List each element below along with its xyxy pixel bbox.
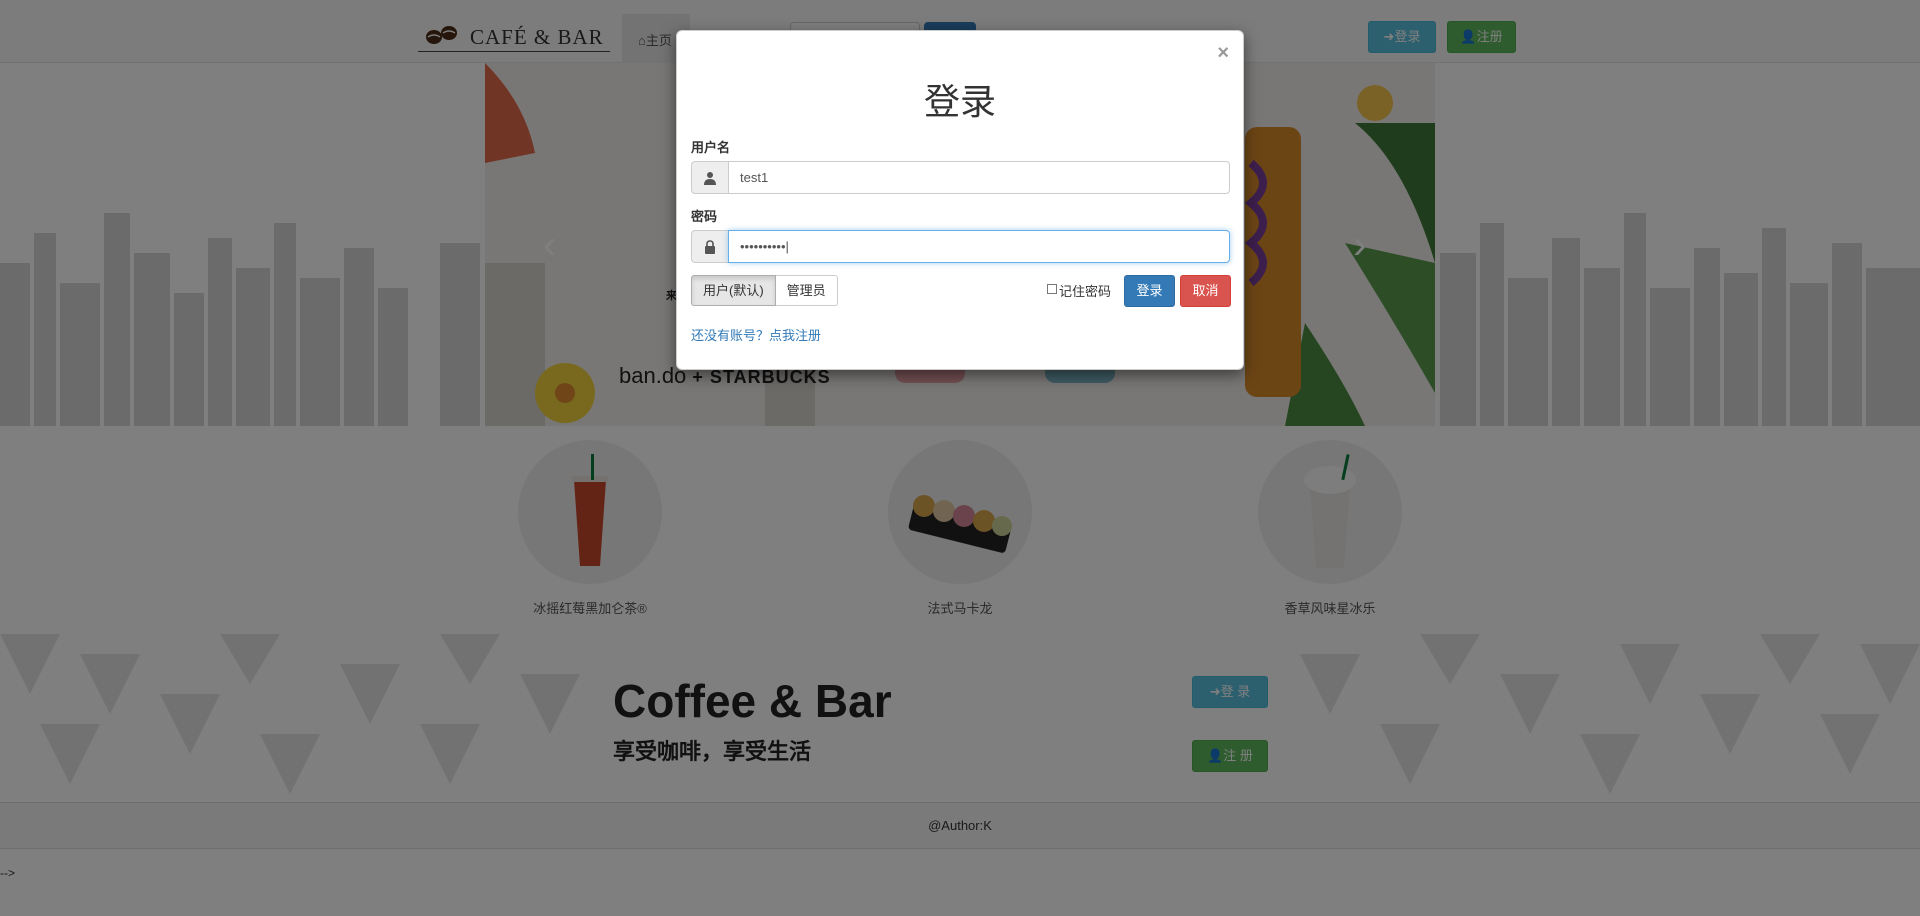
role-toggle: 用户(默认) 管理员 [691,275,838,306]
password-input[interactable]: ••••••••••| [728,230,1230,263]
username-group: test1 [691,161,1230,194]
remember-password[interactable]: 记住密码 [1047,281,1111,300]
lock-icon [691,230,728,263]
role-user-option[interactable]: 用户(默认) [691,275,776,306]
close-icon[interactable]: × [1217,43,1229,63]
modal-title: 登录 [923,81,996,122]
login-modal: × 登录 用户名 test1 密码 ••••••••••| 用户(默认) 管理员… [676,30,1244,370]
password-label: 密码 [691,209,718,224]
login-submit-button[interactable]: 登录 [1124,275,1175,307]
remember-label: 记住密码 [1059,284,1112,299]
username-input[interactable]: test1 [728,161,1230,194]
remember-checkbox[interactable] [1047,284,1057,294]
username-label: 用户名 [691,140,731,155]
cancel-button[interactable]: 取消 [1180,275,1231,307]
role-admin-option[interactable]: 管理员 [775,275,838,306]
user-icon [691,161,728,194]
password-group: ••••••••••| [691,230,1230,263]
register-link[interactable]: 还没有账号？点我注册 [691,325,821,344]
